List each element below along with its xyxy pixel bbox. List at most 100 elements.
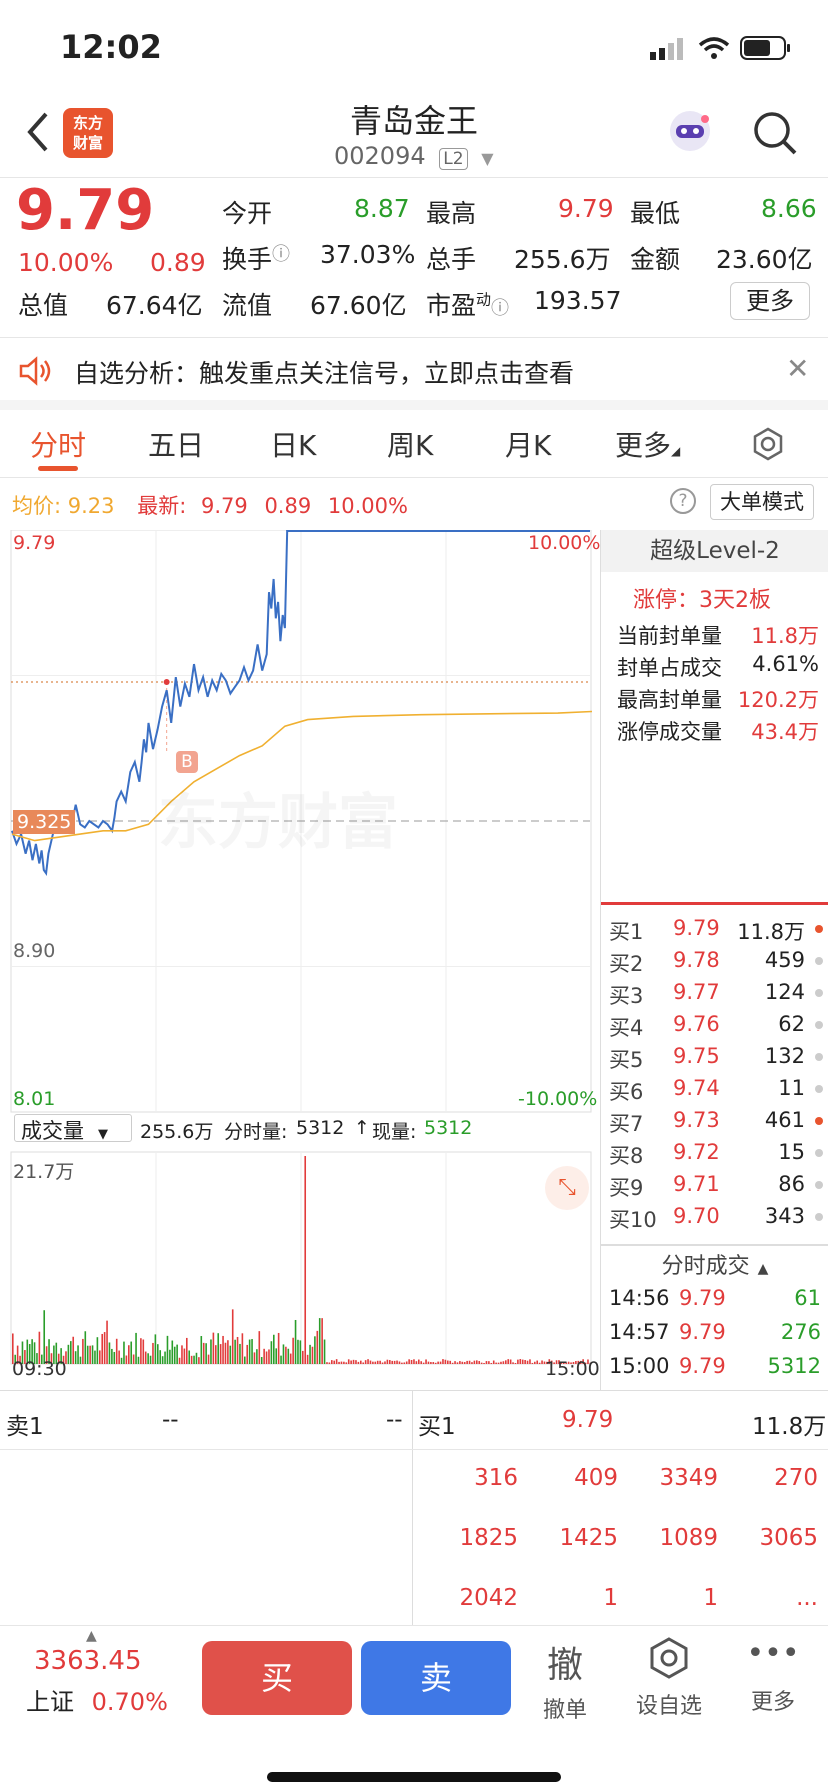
volume-bar	[442, 1359, 444, 1364]
bid-row[interactable]: 买9 9.71 86	[601, 1172, 828, 1204]
bid-row[interactable]: 买6 9.74 11	[601, 1076, 828, 1108]
volume-bar	[509, 1359, 512, 1364]
bid-row[interactable]: 买10 9.70 343	[601, 1204, 828, 1236]
volume-bar	[538, 1362, 541, 1364]
volume-bar	[517, 1359, 519, 1364]
buy-marker[interactable]: B	[176, 751, 198, 773]
queue-cell: 1	[703, 1585, 718, 1611]
volume-bar	[331, 1360, 333, 1364]
index-toggle-icon[interactable]: ▲	[86, 1628, 97, 1644]
volume-bar	[234, 1339, 236, 1364]
close-icon[interactable]: ✕	[786, 352, 809, 385]
help-icon[interactable]: ?	[670, 488, 696, 514]
volume-bar	[132, 1354, 135, 1364]
bid-dot	[815, 989, 823, 997]
volume-bar	[357, 1361, 360, 1364]
buy-button[interactable]: 买	[202, 1641, 352, 1715]
volume-bar	[277, 1332, 280, 1364]
volume-bar	[403, 1362, 406, 1364]
queue-cell: 1	[603, 1585, 618, 1611]
more-menu-button[interactable]: ••• 更多	[728, 1636, 818, 1716]
bid-row[interactable]: 买5 9.75 132	[601, 1044, 828, 1076]
bid-row[interactable]: 买3 9.77 124	[601, 980, 828, 1012]
bid-row[interactable]: 买4 9.76 62	[601, 1012, 828, 1044]
volume-bar	[200, 1336, 203, 1364]
volume-bar	[350, 1360, 352, 1364]
volume-bar	[389, 1360, 391, 1364]
mktcap-value: 67.64亿	[106, 291, 203, 320]
info-icon[interactable]: ⓘ	[272, 244, 290, 265]
cancel-order-button[interactable]: 撤 撤单	[520, 1636, 610, 1724]
volume-bar	[89, 1345, 91, 1364]
last-price: 9.79	[16, 178, 155, 243]
info-icon[interactable]: ⓘ	[491, 298, 509, 319]
index-summary[interactable]: 上证 0.70%	[26, 1682, 168, 1717]
open-value: 8.87	[354, 194, 410, 223]
index-value[interactable]: 3363.45	[34, 1646, 142, 1676]
tick-row: 14:56 9.79 61	[601, 1286, 828, 1318]
buy1-volume: 11.8万	[752, 1414, 827, 1440]
more-button[interactable]: 更多	[730, 282, 810, 320]
volume-bar	[217, 1333, 220, 1364]
bid-label: 买4	[609, 1016, 644, 1040]
notice-text: 自选分析：触发重点关注信号，立即点击查看	[74, 359, 575, 388]
volume-bar	[115, 1338, 118, 1364]
volume-bar	[447, 1360, 449, 1364]
turnover-label: 换手ⓘ	[222, 244, 291, 274]
index-name: 上证	[26, 1688, 74, 1716]
volume-bar	[79, 1356, 82, 1364]
bid-row[interactable]: 买8 9.72 15	[601, 1140, 828, 1172]
volume-bar	[198, 1357, 200, 1364]
bid-row[interactable]: 买1 9.79 11.8万	[601, 916, 828, 948]
big-order-mode-button[interactable]: 大单模式	[710, 484, 814, 520]
ticks-title[interactable]: 分时成交 ▲	[601, 1248, 828, 1280]
clock: 12:02	[60, 28, 162, 66]
intraday-chart[interactable]: 9.79 10.00% 9.325 B 8.90 东方财富 8.01 -10.0…	[10, 529, 601, 1390]
bid-row[interactable]: 买7 9.73 461	[601, 1108, 828, 1140]
volume-bar	[263, 1348, 265, 1364]
notice-bar[interactable]: 自选分析：触发重点关注信号，立即点击查看 ✕	[0, 338, 828, 410]
speaker-icon	[19, 356, 51, 386]
level2-title[interactable]: 超级Level-2	[601, 530, 828, 572]
watermark: 东方财富	[158, 774, 398, 861]
level2-stat-row: 最高封单量 120.2万	[601, 684, 828, 716]
bid-row[interactable]: 买2 9.78 459	[601, 948, 828, 980]
add-watchlist-button[interactable]: 设自选	[624, 1636, 714, 1720]
robot-assistant-icon[interactable]	[665, 108, 715, 154]
tab-intraday[interactable]: 分时	[30, 424, 86, 464]
bid-price: 9.73	[673, 1108, 720, 1132]
volume-bar	[526, 1360, 529, 1364]
volume-bar	[302, 1350, 304, 1364]
indicator-select[interactable]: 成交量 ▼	[14, 1114, 132, 1143]
volume-bar	[251, 1339, 253, 1364]
volume-bar	[386, 1359, 389, 1364]
gear-icon[interactable]	[750, 426, 786, 462]
axis-top-pct: 10.00%	[528, 532, 601, 554]
volume-bar	[273, 1334, 275, 1364]
dropdown-icon[interactable]: ▼	[481, 149, 493, 168]
bid-dot	[815, 1117, 823, 1125]
sell1-label: 卖1	[6, 1414, 44, 1440]
volume-bar	[67, 1344, 70, 1364]
latest-value: 9.79	[200, 494, 248, 518]
volume-bar	[202, 1342, 205, 1364]
sell-button[interactable]: 卖	[361, 1641, 511, 1715]
tab-5day[interactable]: 五日	[148, 424, 204, 464]
volume-bar	[316, 1330, 319, 1364]
volume-bar	[123, 1341, 125, 1364]
stat-label: 最高封单量	[617, 688, 722, 712]
queue-cell: 1825	[459, 1525, 518, 1551]
index-pct: 0.70%	[91, 1688, 168, 1716]
volume-bar	[144, 1351, 147, 1364]
tab-weekly-k[interactable]: 周K	[387, 424, 433, 464]
ticks-divider	[601, 1244, 828, 1246]
volume-bar	[343, 1361, 345, 1364]
volume-bar	[497, 1362, 500, 1364]
tab-more[interactable]: 更多◢	[615, 424, 680, 464]
axis-bottom-pct: -10.00%	[518, 1088, 598, 1110]
tab-daily-k[interactable]: 日K	[270, 424, 316, 464]
search-icon[interactable]	[752, 110, 798, 156]
volume-bar	[304, 1156, 307, 1364]
expand-icon[interactable]: ⤡	[545, 1166, 589, 1210]
tab-monthly-k[interactable]: 月K	[505, 424, 551, 464]
